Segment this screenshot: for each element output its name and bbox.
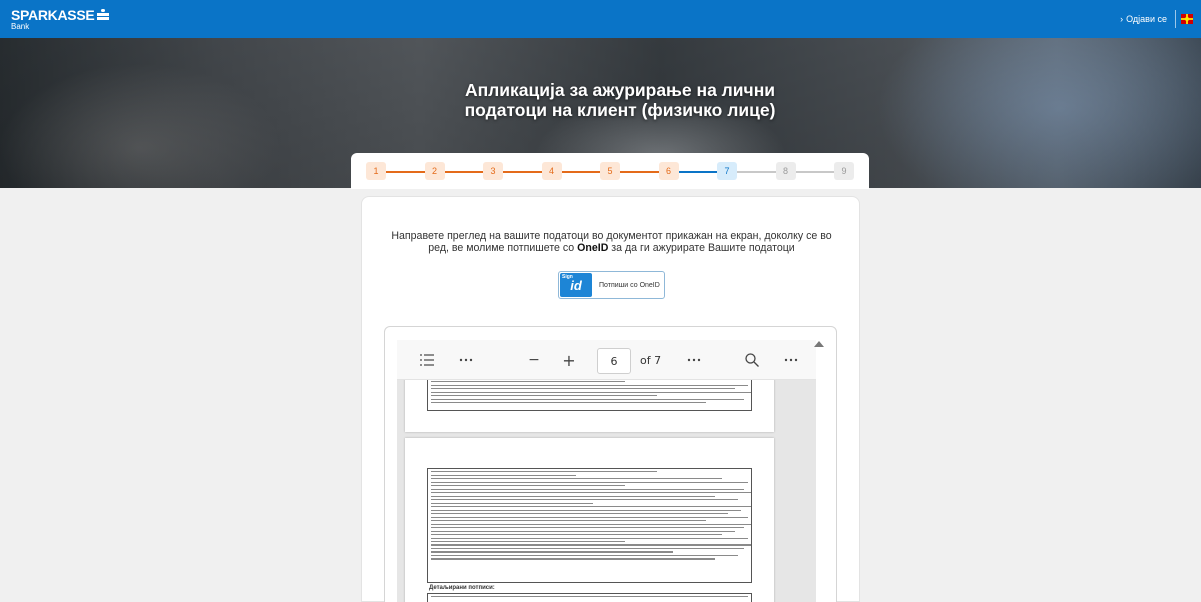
instruction-text: Направете преглед на вашите податоци во … — [391, 230, 832, 254]
step-2: 2 — [424, 162, 445, 180]
step-5: 5 — [600, 162, 620, 180]
page-title: Апликација за ажурирање на лични податоц… — [464, 80, 776, 120]
search-icon[interactable] — [740, 340, 764, 380]
step-connector — [444, 171, 483, 173]
step-3: 3 — [483, 162, 503, 180]
sparkasse-logo[interactable]: SPARKASSE Bank — [11, 7, 110, 31]
step-4: 4 — [541, 162, 562, 180]
step-connector — [561, 171, 600, 173]
step-9: 9 — [834, 162, 854, 180]
sparkasse-s-icon — [97, 8, 110, 22]
document-text-block — [427, 468, 752, 583]
step-connector — [503, 171, 542, 173]
sign-with-oneid-button[interactable]: Sign id Потпиши со OneID — [558, 271, 665, 299]
pdf-page: Детаљирани потписи: — [405, 438, 774, 602]
list-icon[interactable] — [415, 340, 439, 380]
progress-stepper: 1 2 3 4 5 6 7 8 9 — [351, 153, 869, 189]
zoom-out-button[interactable]: − — [524, 340, 544, 380]
step-8: 8 — [775, 162, 796, 180]
divider — [1175, 10, 1176, 28]
chevron-right-icon: › — [1120, 14, 1124, 24]
more-horizontal-icon[interactable] — [682, 340, 706, 380]
step-connector — [620, 171, 659, 173]
oneid-button-label: Потпиши со OneID — [599, 281, 660, 289]
step-1: 1 — [366, 162, 386, 180]
pdf-viewport[interactable]: Детаљирани потписи: − + 6 of 7 — [397, 340, 816, 602]
step-connector — [678, 171, 717, 173]
step-connector — [386, 171, 425, 173]
document-text-block — [427, 593, 752, 602]
step-connector — [795, 171, 834, 173]
step-6: 6 — [658, 162, 679, 180]
more-horizontal-icon[interactable] — [454, 340, 478, 380]
brand-name: SPARKASSE — [11, 7, 95, 23]
step-7: 7 — [717, 162, 737, 180]
page-count: of 7 — [640, 354, 662, 367]
oneid-logo-icon: Sign id — [560, 273, 592, 297]
zoom-in-button[interactable]: + — [559, 340, 579, 380]
top-bar: SPARKASSE Bank › Одјави се — [0, 0, 1201, 38]
logout-link[interactable]: › Одјави се — [1120, 14, 1167, 24]
document-subheading: Детаљирани потписи: — [429, 585, 495, 591]
step-connector — [737, 171, 776, 173]
brand-sub: Bank — [11, 22, 30, 31]
page-number-input[interactable]: 6 — [597, 348, 631, 374]
scroll-up-icon[interactable] — [814, 341, 824, 347]
more-horizontal-icon[interactable] — [779, 340, 803, 380]
logout-label: Одјави се — [1126, 14, 1167, 24]
pdf-viewer[interactable]: Детаљирани потписи: − + 6 of 7 — [384, 326, 837, 602]
macedonian-flag-icon[interactable] — [1181, 14, 1193, 24]
pdf-toolbar: − + 6 of 7 — [397, 340, 816, 380]
main-card: Направете преглед на вашите податоци во … — [361, 196, 860, 602]
